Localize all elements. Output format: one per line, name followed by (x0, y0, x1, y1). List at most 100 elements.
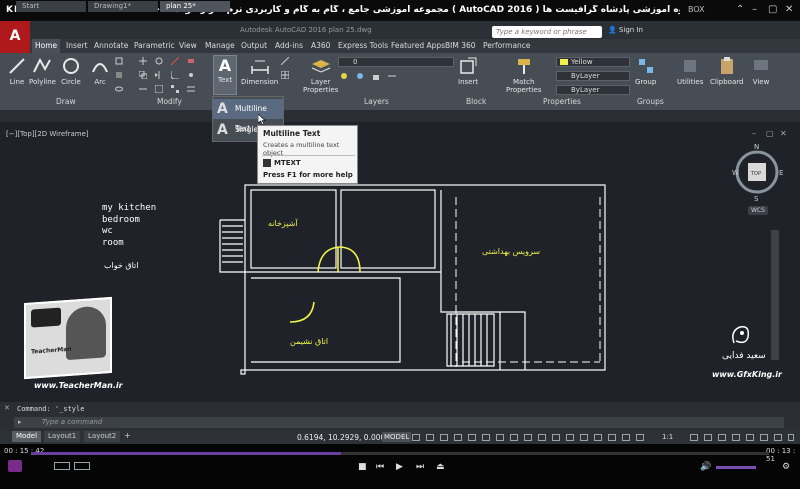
match-properties-button[interactable]: Match Properties (506, 56, 541, 94)
file-tab-plan25[interactable]: plan 25* (160, 1, 230, 12)
circle-button[interactable]: Circle (61, 56, 81, 86)
layer-on-icon[interactable] (340, 72, 348, 80)
osnap-icon[interactable] (496, 434, 504, 441)
tab-performance[interactable]: Performance (480, 39, 534, 53)
stretch-icon[interactable] (139, 85, 147, 93)
tab-annotate[interactable]: Annotate (91, 39, 131, 53)
leader-icon[interactable] (281, 57, 289, 65)
settings-icon[interactable]: ⚙ (782, 462, 790, 472)
model-space-button[interactable]: MODEL (382, 432, 412, 442)
offset-icon[interactable] (187, 85, 195, 93)
tab-output[interactable]: Output (238, 39, 270, 53)
tab-insert[interactable]: Insert (63, 39, 91, 53)
arc-button[interactable]: Arc (90, 56, 110, 86)
stop-icon[interactable]: ■ (358, 462, 367, 472)
lineweight-dropdown[interactable]: ByLayer (556, 85, 630, 95)
fillet-icon[interactable] (171, 71, 179, 79)
grid-icon[interactable] (412, 434, 420, 441)
ortho-icon[interactable] (440, 434, 448, 441)
sign-in-button[interactable]: 👤 Sign In (608, 26, 643, 34)
polar-icon[interactable] (454, 434, 462, 441)
tab-bim360[interactable]: BIM 360 (442, 39, 479, 53)
auto-scale-icon[interactable] (622, 434, 630, 441)
layer-properties-button[interactable]: Layer Properties (303, 56, 338, 94)
annotation-monitor-icon[interactable] (704, 434, 712, 441)
erase-icon[interactable] (187, 57, 195, 65)
text-button[interactable]: A Text (213, 55, 237, 95)
ellipse-icon[interactable] (115, 85, 123, 93)
properties-panel-label[interactable]: Properties (543, 97, 581, 106)
tab-add-ins[interactable]: Add-ins (272, 39, 306, 53)
rotate-icon[interactable] (155, 57, 163, 65)
command-close-icon[interactable]: ✕ (4, 404, 10, 412)
rectangle-icon[interactable] (115, 57, 123, 65)
layer-dropdown[interactable]: 0 (338, 57, 454, 67)
layer-freeze-icon[interactable] (356, 72, 364, 80)
units-icon[interactable] (718, 434, 726, 441)
annotation-scale[interactable]: 1:1 (662, 433, 673, 441)
group-button[interactable]: Group (635, 56, 656, 86)
groups-panel-label[interactable]: Groups (637, 97, 664, 106)
lineweight-icon[interactable] (510, 434, 518, 441)
annotation-scale-icon[interactable] (636, 434, 644, 441)
file-tab-drawing1[interactable]: Drawing1* (88, 1, 158, 12)
linetype-dropdown[interactable]: ByLayer (556, 71, 630, 81)
layout-tab-model[interactable]: Model (12, 431, 42, 442)
tab-view[interactable]: View (176, 39, 200, 53)
eject-icon[interactable]: ⏏ (436, 462, 445, 472)
maximize-icon[interactable]: ▢ (768, 4, 777, 15)
application-menu-button[interactable]: A (0, 21, 30, 53)
osnap-tracking-icon[interactable] (482, 434, 490, 441)
layers-panel-label[interactable]: Layers (364, 97, 389, 106)
multiline-text-item[interactable]: A Multiline Text (213, 99, 283, 133)
selection-cycling-icon[interactable] (538, 434, 546, 441)
tab-home[interactable]: Home (32, 39, 61, 53)
volume-icon[interactable]: 🔊 (700, 462, 711, 472)
color-dropdown[interactable]: Yellow (556, 57, 630, 67)
add-layout-icon[interactable]: + (124, 431, 131, 440)
dimension-button[interactable]: Dimension (241, 56, 278, 86)
nav-bar[interactable] (771, 230, 779, 360)
quick-properties-icon[interactable] (732, 434, 740, 441)
gizmo-icon[interactable] (594, 434, 602, 441)
polyline-button[interactable]: Polyline (29, 56, 56, 86)
explode-icon[interactable] (187, 71, 195, 79)
3d-toggle-icon[interactable] (8, 460, 22, 472)
transparency-icon[interactable] (524, 434, 532, 441)
block-panel-label[interactable]: Block (466, 97, 486, 106)
copy-icon[interactable] (139, 71, 147, 79)
search-input[interactable]: Type a keyword or phrase (492, 26, 602, 38)
isolate-objects-icon[interactable] (760, 434, 768, 441)
play-icon[interactable]: ▶ (396, 462, 403, 472)
trim-icon[interactable] (171, 57, 179, 65)
isodraft-icon[interactable] (468, 434, 476, 441)
tab-express-tools[interactable]: Express Tools (335, 39, 391, 53)
note-bedroom-fa[interactable]: اتاق خواب (104, 261, 138, 270)
command-input[interactable]: Type a command (14, 417, 784, 428)
insert-block-button[interactable]: Insert (458, 56, 478, 86)
selection-filter-icon[interactable] (580, 434, 588, 441)
draw-panel-label[interactable]: Draw (56, 97, 76, 106)
utilities-button[interactable]: Utilities (677, 56, 703, 86)
wcs-menu[interactable]: WCS (748, 206, 768, 215)
clipboard-button[interactable]: Clipboard (710, 56, 743, 86)
pin-icon[interactable]: ⌃ (736, 4, 744, 15)
tab-featured-apps[interactable]: Featured Apps (388, 39, 448, 53)
subtitle-icon[interactable] (74, 462, 90, 470)
layer-lock-icon[interactable] (372, 72, 380, 80)
customization-menu-icon[interactable] (788, 434, 794, 441)
modify-panel-label[interactable]: Modify (157, 97, 182, 106)
layer-match-icon[interactable] (388, 72, 396, 80)
clean-screen-icon[interactable] (774, 434, 782, 441)
array-icon[interactable] (171, 85, 179, 93)
playlist-icon[interactable] (54, 462, 70, 470)
tab-manage[interactable]: Manage (202, 39, 238, 53)
table-icon[interactable] (281, 71, 289, 79)
annotation-visibility-icon[interactable] (608, 434, 616, 441)
next-icon[interactable]: ⏭ (416, 462, 424, 472)
hatch-icon[interactable] (115, 71, 123, 79)
tab-a360[interactable]: A360 (308, 39, 333, 53)
snap-icon[interactable] (426, 434, 434, 441)
lock-ui-icon[interactable] (746, 434, 754, 441)
close-icon[interactable]: ✕ (785, 4, 793, 15)
